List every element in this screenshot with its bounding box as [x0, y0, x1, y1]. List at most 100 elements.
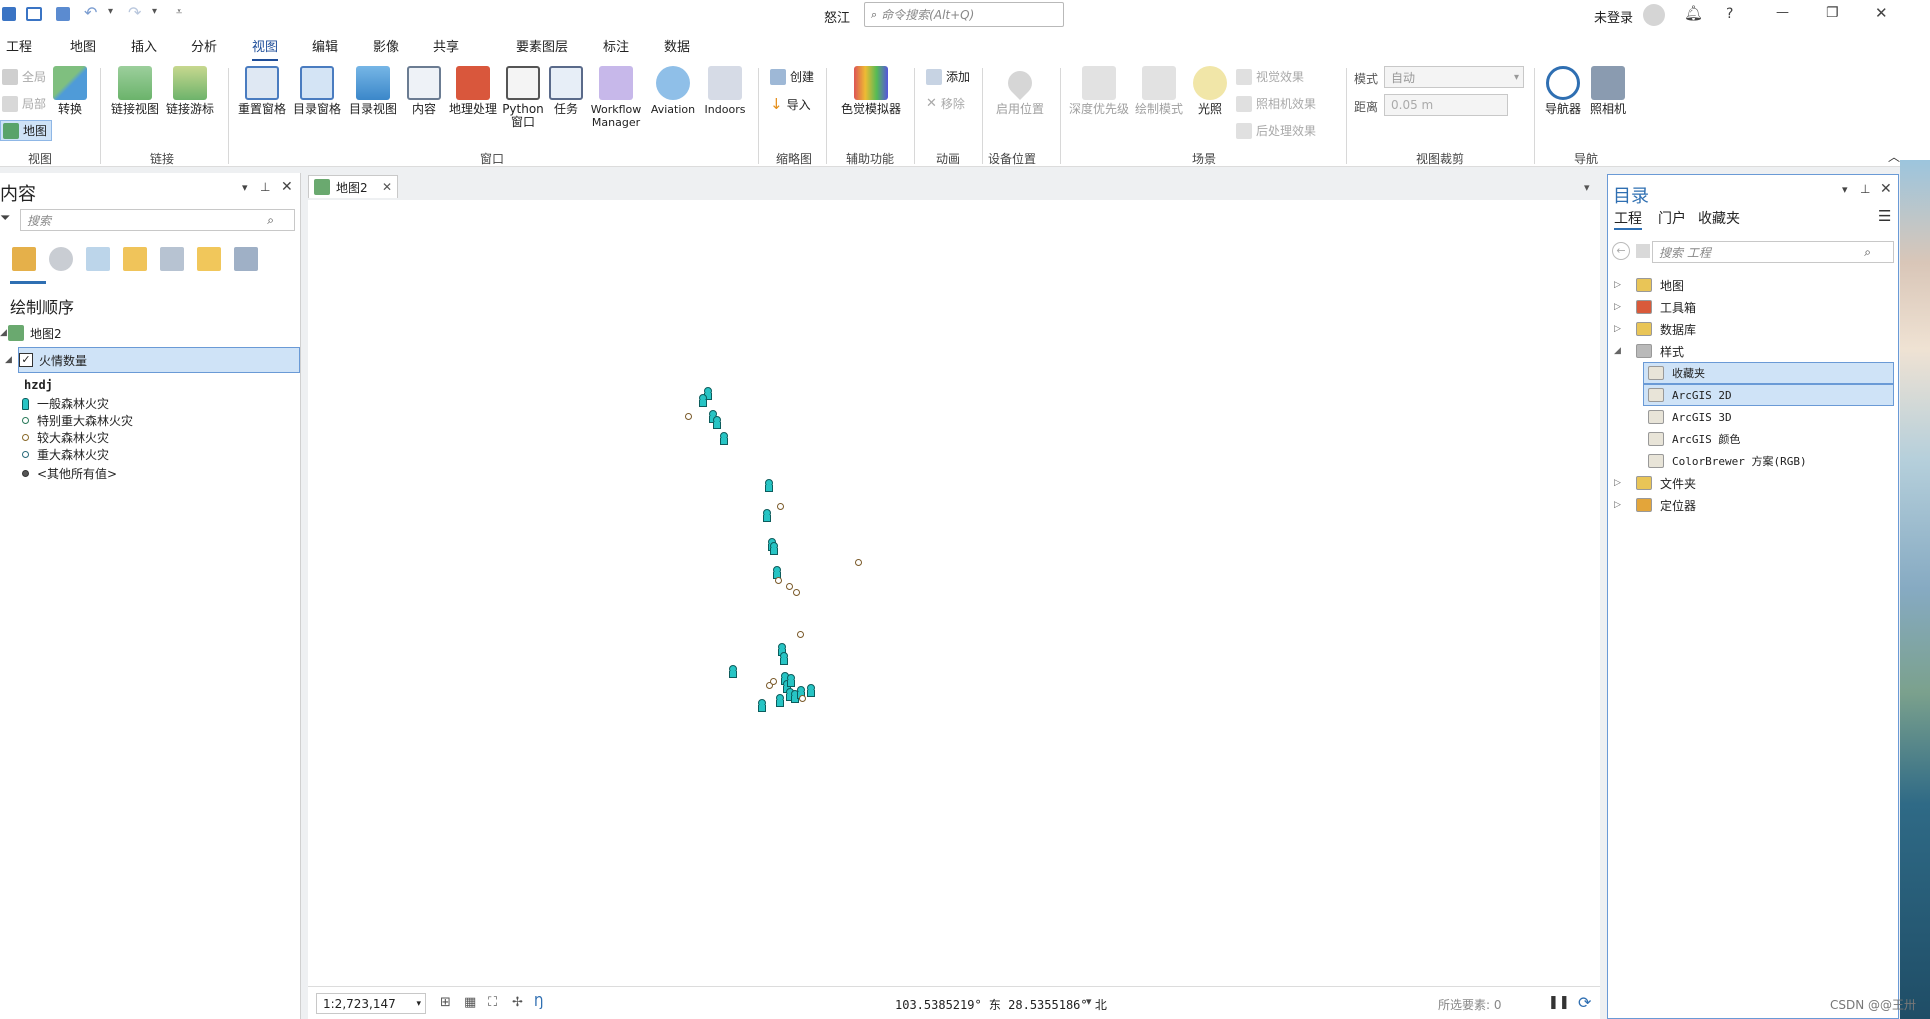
catalog-pane-button[interactable]: 目录窗格: [290, 66, 344, 116]
catalog-tab-project[interactable]: 工程: [1614, 208, 1642, 230]
back-arrow-icon[interactable]: ←: [1612, 242, 1630, 260]
fire-point-marker[interactable]: [719, 432, 728, 445]
create-thumbnail-button[interactable]: 创建: [770, 68, 814, 85]
catalog-tab-favorites[interactable]: 收藏夹: [1698, 208, 1740, 228]
draw-order-icon[interactable]: [12, 247, 36, 271]
close-pane-icon[interactable]: ✕: [1880, 181, 1892, 197]
perspective-imagery-icon[interactable]: [234, 247, 258, 271]
fire-point-marker[interactable]: [762, 509, 771, 522]
grid-icon[interactable]: ▦: [464, 995, 476, 1010]
post-processing-button[interactable]: 后处理效果: [1236, 122, 1316, 139]
coordinate-format-dropdown-icon[interactable]: ▾: [1086, 995, 1092, 1008]
fire-point-marker[interactable]: [775, 694, 784, 707]
redo-icon[interactable]: ↷: [128, 3, 141, 22]
catalog-tab-portal[interactable]: 门户: [1658, 208, 1686, 228]
fire-point-marker[interactable]: [728, 665, 737, 678]
tab-project[interactable]: 工程: [6, 36, 32, 55]
labeling-icon[interactable]: [197, 247, 221, 271]
lighting-button[interactable]: 光照: [1190, 66, 1230, 116]
draw-mode-button[interactable]: 绘制模式: [1132, 66, 1186, 116]
depth-priority-button[interactable]: 深度优先级: [1068, 66, 1130, 116]
expand-arrow-icon[interactable]: ◢: [0, 328, 8, 338]
reset-panes-button[interactable]: 重置窗格: [235, 66, 289, 116]
tab-edit[interactable]: 编辑: [312, 36, 338, 55]
tab-insert[interactable]: 插入: [131, 36, 157, 55]
fire-point-circle[interactable]: [786, 583, 793, 590]
expanded-arrow-icon[interactable]: ◢: [1614, 346, 1632, 356]
open-project-icon[interactable]: [26, 7, 42, 21]
tab-list-dropdown-icon[interactable]: ▾: [1584, 181, 1590, 194]
fire-point-marker[interactable]: [764, 479, 773, 492]
save-icon[interactable]: [56, 7, 70, 21]
collapsed-arrow-icon[interactable]: ▷: [1614, 302, 1632, 312]
fire-point-circle[interactable]: [793, 589, 800, 596]
fire-point-circle[interactable]: [770, 678, 777, 685]
camera-effects-button[interactable]: 照相机效果: [1236, 95, 1316, 112]
tab-view[interactable]: 视图: [252, 36, 279, 61]
fire-point-marker[interactable]: [806, 684, 815, 697]
add-animation-button[interactable]: 添加: [926, 68, 970, 85]
pane-options-icon[interactable]: ▾: [1842, 183, 1848, 196]
catalog-tree-item[interactable]: ▷ 地图: [1614, 274, 1894, 296]
navigator-button[interactable]: 导航器: [1540, 66, 1586, 116]
catalog-tree-item[interactable]: ColorBrewer 方案(RGB): [1644, 450, 1894, 472]
tab-data[interactable]: 数据: [664, 36, 690, 55]
collapsed-arrow-icon[interactable]: ▷: [1614, 324, 1632, 334]
tab-share[interactable]: 共享: [433, 36, 459, 55]
map-tab[interactable]: 地图2 ✕: [308, 175, 398, 198]
full-extent-icon[interactable]: ⛶: [488, 995, 497, 1010]
fire-point-marker[interactable]: [712, 416, 721, 429]
pane-options-icon[interactable]: ▾: [242, 181, 248, 194]
snapping-icon[interactable]: [160, 247, 184, 271]
minimize-button[interactable]: —: [1776, 5, 1789, 20]
command-search-box[interactable]: ⌕ 命令搜索(Alt+Q): [864, 2, 1064, 27]
fire-point-marker[interactable]: [698, 394, 707, 407]
customize-toolbar-icon[interactable]: ⩡: [176, 5, 182, 19]
aviation-button[interactable]: Aviation: [646, 66, 700, 116]
map-view-button[interactable]: 地图: [0, 120, 53, 141]
editing-icon[interactable]: [123, 247, 147, 271]
tab-feature-layer[interactable]: 要素图层: [516, 36, 568, 55]
fire-point-circle[interactable]: [799, 695, 806, 702]
pin-icon[interactable]: ⊥: [1860, 182, 1870, 196]
close-pane-icon[interactable]: ✕: [281, 179, 293, 195]
undo-icon[interactable]: ↶: [84, 3, 97, 22]
fire-point-circle[interactable]: [855, 559, 862, 566]
fire-point-marker[interactable]: [757, 699, 766, 712]
tasks-button[interactable]: 任务: [548, 66, 584, 116]
collapsed-arrow-icon[interactable]: ▷: [1614, 500, 1632, 510]
pin-icon[interactable]: ⊥: [260, 180, 270, 194]
workflow-manager-button[interactable]: Workflow Manager: [586, 66, 646, 129]
catalog-tree-item[interactable]: ◢ 样式: [1614, 340, 1894, 362]
fire-point-circle[interactable]: [685, 413, 692, 420]
catalog-view-button[interactable]: 目录视图: [346, 66, 400, 116]
close-button[interactable]: ✕: [1875, 4, 1888, 22]
user-avatar-icon[interactable]: [1643, 4, 1665, 26]
import-thumbnail-button[interactable]: ↓ 导入: [770, 95, 811, 113]
notification-bell-icon[interactable]: 🔔︎: [1684, 4, 1703, 22]
catalog-tree-item[interactable]: ▷ 定位器: [1614, 494, 1894, 516]
user-status-label[interactable]: 未登录: [1594, 7, 1633, 26]
menu-icon[interactable]: ☰: [1878, 207, 1891, 225]
fire-point-circle[interactable]: [775, 577, 782, 584]
link-cursor-button[interactable]: 链接游标: [163, 66, 217, 116]
expand-arrow-icon[interactable]: ◢: [5, 355, 19, 365]
camera-button[interactable]: 照相机: [1586, 66, 1630, 116]
layer-visibility-checkbox[interactable]: ✓: [19, 353, 33, 367]
map-node[interactable]: ◢ 地图2: [0, 320, 290, 346]
link-views-button[interactable]: 链接视图: [108, 66, 162, 116]
collapsed-arrow-icon[interactable]: ▷: [1614, 280, 1632, 290]
visual-effects-button[interactable]: 视觉效果: [1236, 68, 1304, 85]
selection-icon[interactable]: [86, 247, 110, 271]
collapsed-arrow-icon[interactable]: ▷: [1614, 478, 1632, 488]
contents-search-input[interactable]: 搜索 ⌕: [20, 209, 295, 231]
tab-imagery[interactable]: 影像: [373, 36, 399, 55]
catalog-tree-item[interactable]: ArcGIS 颜色: [1644, 428, 1894, 450]
catalog-tree-item[interactable]: ▷ 文件夹: [1614, 472, 1894, 494]
convert-button[interactable]: 转换: [50, 66, 90, 116]
catalog-search-input[interactable]: 搜索 工程 ⌕: [1652, 241, 1894, 263]
catalog-tree-item[interactable]: ArcGIS 2D: [1643, 384, 1894, 406]
fire-point-marker[interactable]: [769, 542, 778, 555]
crosshair-icon[interactable]: ✢: [512, 995, 523, 1010]
home-folder-icon[interactable]: [1636, 244, 1650, 258]
